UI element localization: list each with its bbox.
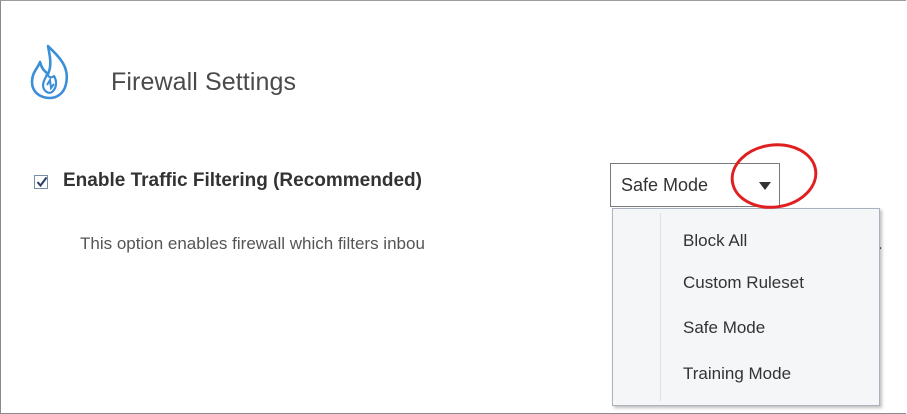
menu-item-custom-ruleset[interactable]: Custom Ruleset	[683, 273, 804, 293]
firewall-mode-menu: Block All Custom Ruleset Safe Mode Train…	[612, 208, 880, 406]
menu-icon-gutter	[660, 213, 661, 401]
menu-item-training-mode[interactable]: Training Mode	[683, 364, 791, 384]
selected-mode: Safe Mode	[621, 175, 709, 195]
flame-icon	[30, 44, 69, 100]
menu-item-block-all[interactable]: Block All	[683, 231, 747, 251]
menu-item-safe-mode[interactable]: Safe Mode	[683, 318, 765, 338]
annotation-circle	[730, 143, 818, 209]
page-title: Firewall Settings	[111, 68, 297, 96]
checkmark-icon	[36, 176, 48, 188]
enable-traffic-filtering-checkbox[interactable]	[34, 175, 48, 189]
traffic-filtering-description: This option enables firewall which filte…	[80, 234, 425, 253]
traffic-filtering-label[interactable]: Enable Traffic Filtering (Recommended)	[63, 170, 422, 192]
